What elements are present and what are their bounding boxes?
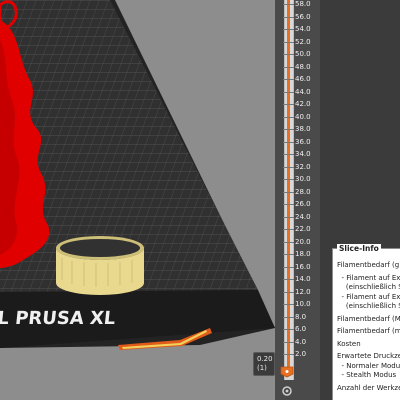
slice-info-line: Anzahl der Werkzeu (337, 383, 400, 392)
slider-tick-label: 24.0 (295, 212, 311, 221)
bed-label: NAL PRUSA XL (0, 308, 116, 329)
gear-icon[interactable] (281, 385, 293, 397)
slider-tick-label: 14.0 (295, 275, 311, 283)
layer-number-value: (1) (257, 364, 267, 372)
slider-tick-label: 28.0 (295, 187, 311, 196)
yellow-ring-model[interactable] (56, 236, 144, 295)
slider-tick-label: 22.0 (295, 225, 311, 233)
slice-info-line: Filamentbedarf (mm (337, 327, 400, 335)
slider-tick (283, 166, 294, 168)
slice-info-line: Filamentbedarf (Me (337, 314, 400, 323)
slider-tick-label: 50.0 (295, 50, 311, 58)
slider-tick-label: 32.0 (295, 162, 311, 171)
slider-tick-label: 30.0 (295, 175, 311, 183)
slider-tick-label: 26.0 (295, 200, 311, 208)
slice-info-line: Filamentbedarf (g): (337, 261, 400, 269)
slider-tick-label: 58.0 (295, 0, 311, 8)
slider-tick (283, 16, 294, 18)
slider-tick-label: 46.0 (295, 75, 311, 83)
slider-tick (283, 254, 294, 255)
slice-info-line: - Normaler Modus (337, 361, 400, 370)
slice-info-line: - Filament auf Ex (337, 292, 400, 301)
layer-height-readout: 0.20 (1) (253, 352, 275, 376)
3d-viewport[interactable]: NAL PRUSA XL 58.0 56.0 54.0 52.0 50.0 48.0 46.… (0, 0, 400, 400)
slice-info-line: (einschließlich S (337, 283, 400, 291)
slider-tick-label: 36.0 (295, 137, 311, 146)
slider-tick-label: 38.0 (295, 125, 311, 133)
slice-info-line: Erwartete Druckzeit (337, 352, 400, 360)
slider-tick-label: 42.0 (295, 100, 311, 108)
slider-tick-label: 52.0 (295, 37, 311, 46)
slider-tick-label: 20.0 (295, 237, 311, 246)
slice-info-title: Slice-Info (337, 244, 381, 253)
slice-info-line: - Stealth Modus (337, 371, 397, 379)
slice-info-line: (einschließlich S (337, 302, 400, 310)
slider-tick-label: 8.0 (295, 312, 307, 321)
slider-tick (283, 229, 294, 230)
slice-info-line: - Filament auf Ex (337, 273, 400, 282)
slider-tick-label: 2.0 (295, 350, 307, 358)
layer-slider[interactable]: 58.0 56.0 54.0 52.0 50.0 48.0 46.0 44.0 42.0 40.0… (275, 0, 320, 400)
slider-tick (283, 291, 294, 293)
slider-tick (283, 304, 294, 305)
slider-tick (283, 54, 294, 55)
slider-tick (283, 141, 294, 143)
slider-tick-label: 34.0 (295, 150, 311, 158)
slider-tick (283, 279, 294, 280)
slider-tick (283, 29, 294, 30)
slider-tick (283, 41, 294, 43)
slider-tick-label: 40.0 (295, 112, 311, 121)
slider-tick-label: 16.0 (295, 262, 311, 271)
slider-tick (283, 329, 294, 330)
slider-tick (283, 191, 294, 193)
slider-tick (283, 4, 294, 5)
slider-tick-label: 18.0 (295, 250, 311, 258)
slider-tick (283, 129, 294, 130)
slider-tick-label: 12.0 (295, 287, 311, 296)
slider-tick (283, 216, 294, 218)
slider-tick-label: 44.0 (295, 87, 311, 96)
slider-tick (283, 354, 294, 355)
slider-tick-label: 10.0 (295, 300, 311, 308)
slider-tick (283, 204, 294, 205)
slider-tick (283, 79, 294, 80)
slice-info-line: Kosten (337, 339, 361, 348)
slider-tick (283, 266, 294, 268)
slider-tick (283, 66, 294, 68)
slider-tick-label: 54.0 (295, 25, 311, 33)
slider-tick (283, 316, 294, 318)
slider-thumb-handle[interactable] (280, 366, 294, 378)
slider-tick (283, 104, 294, 105)
slider-tick (283, 241, 294, 243)
layer-height-value: 0.20 (257, 355, 273, 363)
slider-tick (283, 91, 294, 93)
slider-tick (283, 341, 294, 343)
slider-tick-label: 4.0 (295, 337, 307, 346)
slider-tick (283, 154, 294, 155)
slider-tick-label: 48.0 (295, 62, 311, 71)
slider-tick-label: 6.0 (295, 325, 307, 333)
slider-tick (283, 179, 294, 180)
slider-tick (283, 116, 294, 118)
slider-tick-label: 56.0 (295, 12, 311, 21)
